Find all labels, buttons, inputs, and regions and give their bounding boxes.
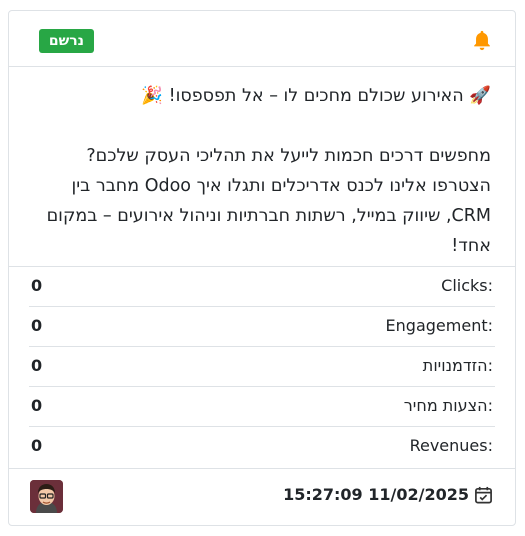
stat-row-quotations: הצעות מחיר: 0 — [29, 387, 495, 427]
stat-value: 0 — [31, 356, 43, 375]
post-datetime: 15:27:09 11/02/2025 — [283, 485, 469, 504]
stat-label: הצעות מחיר: — [403, 396, 493, 415]
post-headline: 🚀 האירוע שכולם מחכים לו – אל תפספסו! 🎉 — [141, 86, 491, 106]
stat-row-clicks: Clicks: 0 — [29, 267, 495, 307]
stat-value: 0 — [31, 316, 43, 335]
calendar-check-icon — [475, 486, 492, 504]
stats-list: Clicks: 0 Engagement: 0 הזדמנויות: 0 הצע… — [9, 267, 515, 466]
social-post-card[interactable]: נרשם 🚀 האירוע שכולם מחכים לו – אל תפספסו… — [8, 10, 516, 526]
bell-icon[interactable] — [471, 29, 493, 51]
post-paragraph: מחפשים דרכים חכמות לייעל את תהליכי העסק … — [46, 146, 491, 256]
stat-value: 0 — [31, 436, 43, 455]
status-badge: נרשם — [38, 29, 94, 53]
stat-value: 0 — [31, 396, 43, 415]
stat-label: Clicks: — [441, 276, 493, 295]
user-avatar[interactable] — [30, 480, 63, 513]
stat-label: Engagement: — [385, 316, 493, 335]
post-message: 🚀 האירוע שכולם מחכים לו – אל תפספסו! 🎉 מ… — [9, 67, 515, 267]
stat-row-revenues: Revenues: 0 — [29, 427, 495, 466]
card-header: נרשם — [9, 11, 515, 67]
stat-row-opportunities: הזדמנויות: 0 — [29, 347, 495, 387]
stat-value: 0 — [31, 276, 43, 295]
stat-label: Revenues: — [409, 436, 493, 455]
card-footer: 15:27:09 11/02/2025 — [9, 468, 515, 525]
stat-row-engagement: Engagement: 0 — [29, 307, 495, 347]
stat-label: הזדמנויות: — [422, 356, 493, 375]
